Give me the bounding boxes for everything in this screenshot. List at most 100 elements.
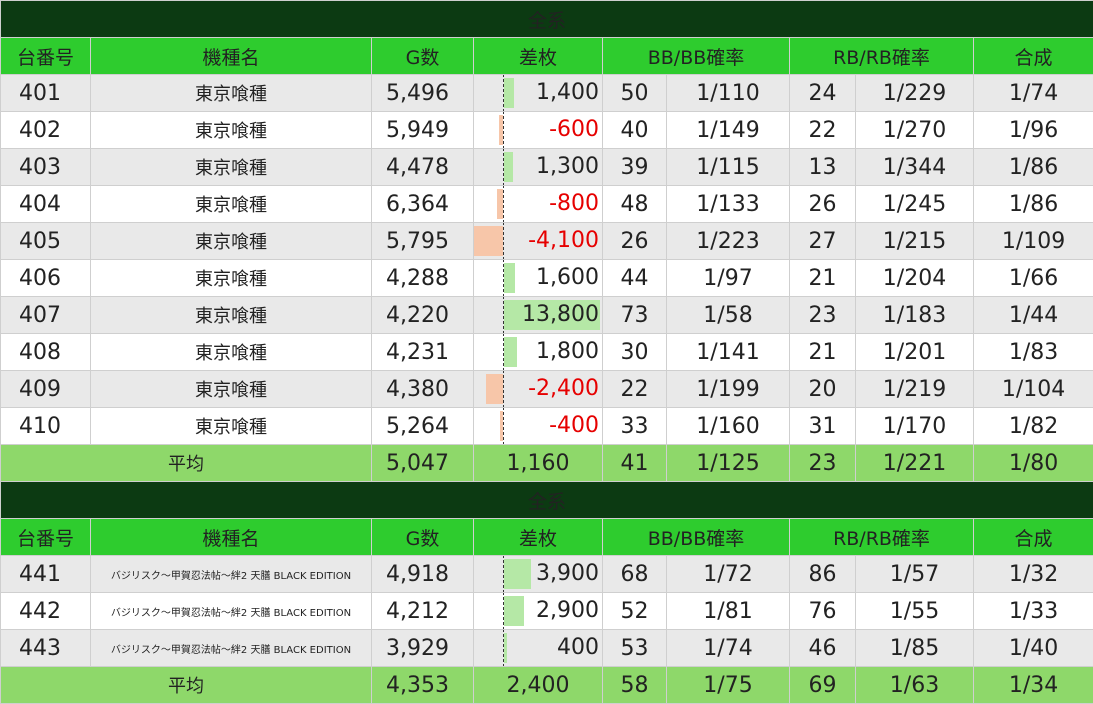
combined-probability: 1/66	[972, 259, 1093, 297]
zero-line	[503, 408, 504, 444]
medal-difference: -600	[549, 117, 599, 142]
average-medal-difference: 2,400	[473, 666, 603, 704]
combined-probability: 1/32	[972, 555, 1093, 593]
medal-difference-cell: -4,100	[473, 222, 603, 260]
header-bb[interactable]: BB/BB確率	[602, 518, 790, 556]
rb-probability: 1/344	[855, 148, 974, 186]
medal-difference: 13,800	[522, 302, 599, 327]
header-game-count[interactable]: G数	[371, 518, 474, 556]
bb-count: 33	[602, 407, 667, 445]
page: 全系 台番号 機種名 G数 差枚 BB/BB確率 RB/RB確率 合成 401 東…	[0, 0, 1093, 704]
machine-table-2: 全系 台番号 機種名 G数 差枚 BB/BB確率 RB/RB確率 合成 441 バ…	[0, 481, 1093, 704]
rb-count: 26	[789, 185, 856, 223]
rb-count: 76	[789, 592, 856, 630]
difference-bar	[504, 337, 517, 367]
table-row[interactable]: 403 東京喰種 4,478 1,300 39 1/115 13 1/344 1/86	[0, 148, 1093, 186]
combined-probability: 1/74	[972, 74, 1093, 112]
game-count: 5,795	[371, 222, 474, 260]
rb-probability: 1/183	[855, 296, 974, 334]
model-name: 東京喰種	[90, 185, 372, 223]
machine-number: 442	[0, 592, 91, 630]
bb-count: 26	[602, 222, 667, 260]
header-rb[interactable]: RB/RB確率	[789, 518, 974, 556]
rb-probability: 1/85	[855, 629, 974, 667]
model-name: 東京喰種	[90, 296, 372, 334]
difference-bar	[504, 633, 507, 663]
machine-number: 410	[0, 407, 91, 445]
bb-count: 40	[602, 111, 667, 149]
table-row[interactable]: 401 東京喰種 5,496 1,400 50 1/110 24 1/229 1/74	[0, 74, 1093, 112]
table-row[interactable]: 404 東京喰種 6,364 -800 48 1/133 26 1/245 1/86	[0, 185, 1093, 223]
rb-count: 24	[789, 74, 856, 112]
medal-difference-cell: 1,800	[473, 333, 603, 371]
table-title-row: 全系	[0, 0, 1093, 38]
rb-count: 86	[789, 555, 856, 593]
game-count: 4,231	[371, 333, 474, 371]
zero-line	[503, 334, 504, 370]
model-name: 東京喰種	[90, 259, 372, 297]
combined-probability: 1/83	[972, 333, 1093, 371]
model-name: 東京喰種	[90, 222, 372, 260]
game-count: 3,929	[371, 629, 474, 667]
zero-line	[503, 260, 504, 296]
rb-probability: 1/270	[855, 111, 974, 149]
bb-count: 53	[602, 629, 667, 667]
game-count: 4,918	[371, 555, 474, 593]
table-row[interactable]: 407 東京喰種 4,220 13,800 73 1/58 23 1/183 1/44	[0, 296, 1093, 334]
game-count: 4,288	[371, 259, 474, 297]
average-game-count: 4,353	[371, 666, 474, 704]
machine-number: 441	[0, 555, 91, 593]
machine-table-1: 全系 台番号 機種名 G数 差枚 BB/BB確率 RB/RB確率 合成 401 東…	[0, 0, 1093, 482]
average-label: 平均	[0, 666, 372, 704]
difference-bar	[504, 263, 515, 293]
rb-probability: 1/201	[855, 333, 974, 371]
rb-probability: 1/245	[855, 185, 974, 223]
header-machine-number[interactable]: 台番号	[0, 518, 91, 556]
header-medal-difference[interactable]: 差枚	[473, 518, 603, 556]
difference-bar	[504, 78, 514, 108]
header-row: 台番号 機種名 G数 差枚 BB/BB確率 RB/RB確率 合成	[0, 518, 1093, 556]
header-medal-difference[interactable]: 差枚	[473, 37, 603, 75]
header-model-name[interactable]: 機種名	[90, 37, 372, 75]
average-rb-probability: 1/221	[855, 444, 974, 482]
rb-count: 21	[789, 259, 856, 297]
medal-difference-cell: -400	[473, 407, 603, 445]
table-row[interactable]: 410 東京喰種 5,264 -400 33 1/160 31 1/170 1/82	[0, 407, 1093, 445]
rb-count: 13	[789, 148, 856, 186]
average-rb-count: 69	[789, 666, 856, 704]
header-combined[interactable]: 合成	[972, 37, 1093, 75]
average-rb-probability: 1/63	[855, 666, 974, 704]
difference-bar	[504, 152, 513, 182]
header-game-count[interactable]: G数	[371, 37, 474, 75]
rb-count: 21	[789, 333, 856, 371]
header-machine-number[interactable]: 台番号	[0, 37, 91, 75]
bb-probability: 1/160	[666, 407, 790, 445]
table-row[interactable]: 408 東京喰種 4,231 1,800 30 1/141 21 1/201 1/83	[0, 333, 1093, 371]
combined-probability: 1/96	[972, 111, 1093, 149]
header-combined[interactable]: 合成	[972, 518, 1093, 556]
header-bb[interactable]: BB/BB確率	[602, 37, 790, 75]
header-model-name[interactable]: 機種名	[90, 518, 372, 556]
bb-count: 44	[602, 259, 667, 297]
average-label: 平均	[0, 444, 372, 482]
machine-number: 406	[0, 259, 91, 297]
table-row[interactable]: 405 東京喰種 5,795 -4,100 26 1/223 27 1/215 1/109	[0, 222, 1093, 260]
model-name: 東京喰種	[90, 333, 372, 371]
header-rb[interactable]: RB/RB確率	[789, 37, 974, 75]
table-row[interactable]: 409 東京喰種 4,380 -2,400 22 1/199 20 1/219 1/104	[0, 370, 1093, 408]
model-name: バジリスク～甲賀忍法帖～絆2 天膳 BLACK EDITION	[90, 555, 372, 593]
combined-probability: 1/109	[972, 222, 1093, 260]
zero-line	[503, 371, 504, 407]
rb-count: 46	[789, 629, 856, 667]
table-row[interactable]: 443 バジリスク～甲賀忍法帖～絆2 天膳 BLACK EDITION 3,929 4…	[0, 629, 1093, 667]
table-row[interactable]: 402 東京喰種 5,949 -600 40 1/149 22 1/270 1/96	[0, 111, 1093, 149]
rb-probability: 1/170	[855, 407, 974, 445]
model-name: 東京喰種	[90, 148, 372, 186]
table-row[interactable]: 442 バジリスク～甲賀忍法帖～絆2 天膳 BLACK EDITION 4,212 2…	[0, 592, 1093, 630]
zero-line	[503, 630, 504, 666]
header-row: 台番号 機種名 G数 差枚 BB/BB確率 RB/RB確率 合成	[0, 37, 1093, 75]
table-row[interactable]: 406 東京喰種 4,288 1,600 44 1/97 21 1/204 1/66	[0, 259, 1093, 297]
table-row[interactable]: 441 バジリスク～甲賀忍法帖～絆2 天膳 BLACK EDITION 4,918 3…	[0, 555, 1093, 593]
medal-difference: 1,800	[536, 339, 599, 364]
rb-probability: 1/215	[855, 222, 974, 260]
